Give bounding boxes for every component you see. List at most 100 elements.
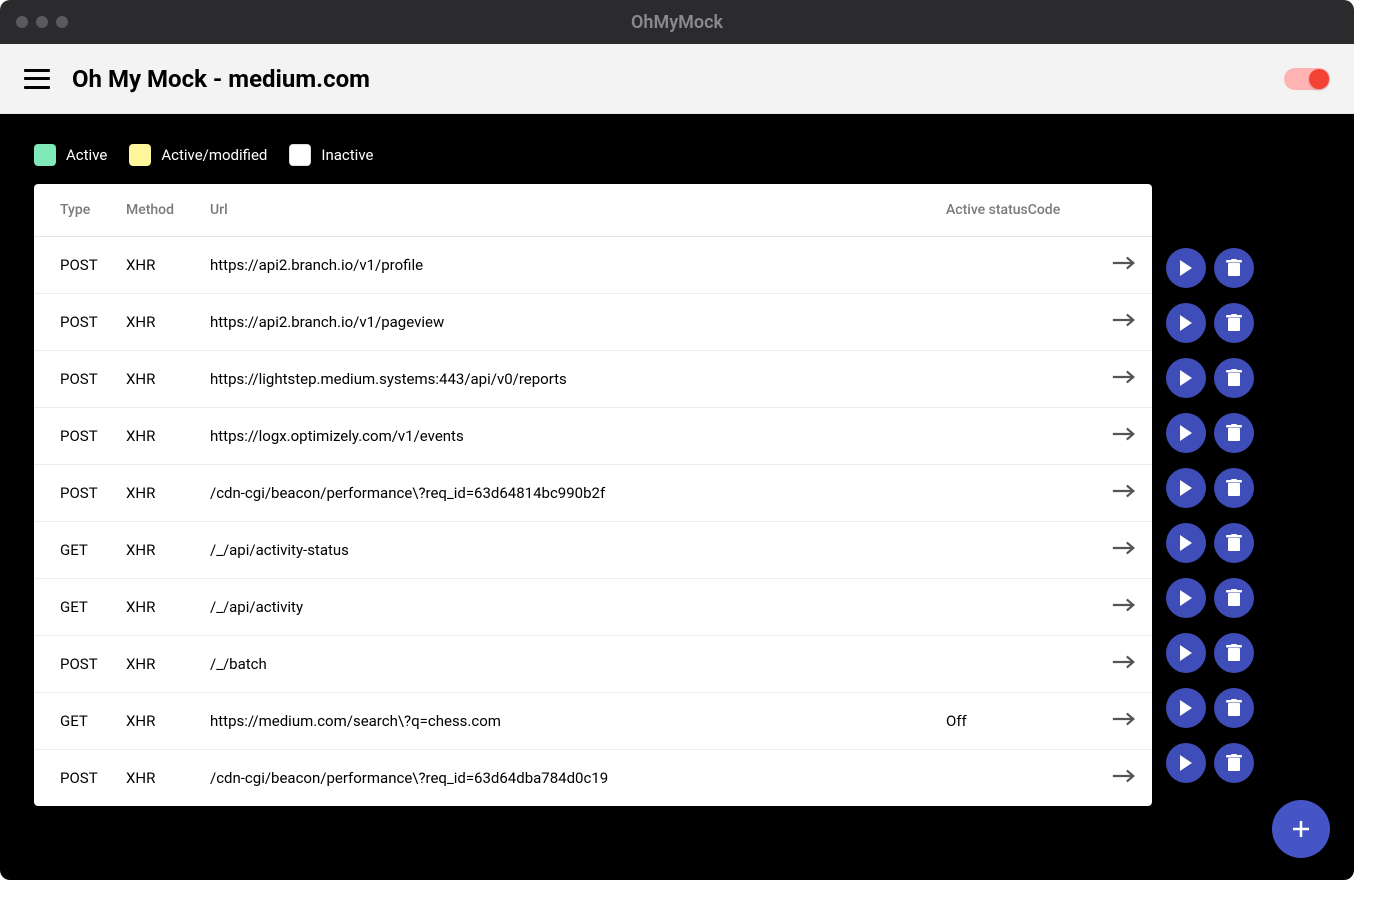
delete-button[interactable]: [1214, 468, 1254, 508]
table-row[interactable]: GETXHR/_/api/activity-status: [34, 522, 1152, 579]
play-button[interactable]: [1166, 688, 1206, 728]
delete-button[interactable]: [1214, 303, 1254, 343]
row-open-arrow[interactable]: [1096, 579, 1152, 636]
app-window: OhMyMock Oh My Mock - medium.com ActiveA…: [0, 0, 1354, 880]
arrow-right-icon: [1111, 258, 1137, 276]
cell-type: POST: [34, 465, 126, 522]
row-actions: [1166, 460, 1254, 515]
table-row[interactable]: POSTXHRhttps://logx.optimizely.com/v1/ev…: [34, 408, 1152, 465]
content-row: Type Method Url Active statusCode POSTXH…: [34, 184, 1320, 806]
row-open-arrow[interactable]: [1096, 294, 1152, 351]
col-header-status[interactable]: Active statusCode: [946, 184, 1096, 237]
table-row[interactable]: POSTXHR/cdn-cgi/beacon/performance\?req_…: [34, 465, 1152, 522]
row-actions: [1166, 350, 1254, 405]
legend-swatch: [129, 144, 151, 166]
trash-icon: [1226, 644, 1242, 662]
cell-method: XHR: [126, 522, 210, 579]
row-open-arrow[interactable]: [1096, 237, 1152, 294]
delete-button[interactable]: [1214, 358, 1254, 398]
play-button[interactable]: [1166, 413, 1206, 453]
play-icon: [1179, 425, 1193, 441]
trash-icon: [1226, 699, 1242, 717]
add-button[interactable]: [1272, 800, 1330, 858]
delete-button[interactable]: [1214, 578, 1254, 618]
cell-method: XHR: [126, 636, 210, 693]
row-open-arrow[interactable]: [1096, 408, 1152, 465]
row-open-arrow[interactable]: [1096, 522, 1152, 579]
hamburger-icon[interactable]: [24, 69, 50, 89]
legend-label: Active: [66, 146, 107, 164]
play-button[interactable]: [1166, 743, 1206, 783]
cell-type: GET: [34, 693, 126, 750]
arrow-right-icon: [1111, 486, 1137, 504]
trash-icon: [1226, 589, 1242, 607]
col-header-type[interactable]: Type: [34, 184, 126, 237]
requests-table: Type Method Url Active statusCode POSTXH…: [34, 184, 1152, 806]
table-row[interactable]: POSTXHR/cdn-cgi/beacon/performance\?req_…: [34, 750, 1152, 807]
col-header-method[interactable]: Method: [126, 184, 210, 237]
cell-type: POST: [34, 294, 126, 351]
table-row[interactable]: POSTXHRhttps://api2.branch.io/v1/pagevie…: [34, 294, 1152, 351]
row-actions: [1166, 625, 1254, 680]
delete-button[interactable]: [1214, 248, 1254, 288]
cell-status: [946, 237, 1096, 294]
cell-status: Off: [946, 693, 1096, 750]
traffic-zoom[interactable]: [56, 16, 68, 28]
master-toggle[interactable]: [1284, 68, 1330, 90]
titlebar: OhMyMock: [0, 0, 1354, 44]
trash-icon: [1226, 424, 1242, 442]
toggle-knob: [1309, 69, 1329, 89]
traffic-minimize[interactable]: [36, 16, 48, 28]
delete-button[interactable]: [1214, 743, 1254, 783]
play-icon: [1179, 370, 1193, 386]
delete-button[interactable]: [1214, 523, 1254, 563]
table-row[interactable]: GETXHRhttps://medium.com/search\?q=chess…: [34, 693, 1152, 750]
play-button[interactable]: [1166, 358, 1206, 398]
arrow-right-icon: [1111, 657, 1137, 675]
legend-swatch: [289, 144, 311, 166]
row-open-arrow[interactable]: [1096, 636, 1152, 693]
row-open-arrow[interactable]: [1096, 693, 1152, 750]
cell-method: XHR: [126, 579, 210, 636]
play-button[interactable]: [1166, 578, 1206, 618]
table-row[interactable]: POSTXHR/_/batch: [34, 636, 1152, 693]
delete-button[interactable]: [1214, 413, 1254, 453]
delete-button[interactable]: [1214, 633, 1254, 673]
arrow-right-icon: [1111, 372, 1137, 390]
play-button[interactable]: [1166, 468, 1206, 508]
table-row[interactable]: POSTXHRhttps://api2.branch.io/v1/profile: [34, 237, 1152, 294]
cell-type: POST: [34, 636, 126, 693]
play-icon: [1179, 590, 1193, 606]
traffic-close[interactable]: [16, 16, 28, 28]
trash-icon: [1226, 479, 1242, 497]
row-actions-column: [1166, 184, 1254, 790]
cell-url: https://lightstep.medium.systems:443/api…: [210, 351, 946, 408]
cell-status: [946, 351, 1096, 408]
delete-button[interactable]: [1214, 688, 1254, 728]
play-button[interactable]: [1166, 248, 1206, 288]
table-row[interactable]: POSTXHRhttps://lightstep.medium.systems:…: [34, 351, 1152, 408]
trash-icon: [1226, 369, 1242, 387]
legend-item: Inactive: [289, 144, 373, 166]
cell-method: XHR: [126, 750, 210, 807]
row-open-arrow[interactable]: [1096, 465, 1152, 522]
cell-url: /_/api/activity: [210, 579, 946, 636]
play-icon: [1179, 480, 1193, 496]
row-actions: [1166, 295, 1254, 350]
status-legend: ActiveActive/modifiedInactive: [34, 144, 1320, 166]
row-actions: [1166, 240, 1254, 295]
table-row[interactable]: GETXHR/_/api/activity: [34, 579, 1152, 636]
row-actions: [1166, 515, 1254, 570]
cell-method: XHR: [126, 465, 210, 522]
cell-method: XHR: [126, 693, 210, 750]
row-actions: [1166, 570, 1254, 625]
col-header-url[interactable]: Url: [210, 184, 946, 237]
cell-method: XHR: [126, 351, 210, 408]
play-button[interactable]: [1166, 303, 1206, 343]
play-button[interactable]: [1166, 633, 1206, 673]
row-open-arrow[interactable]: [1096, 750, 1152, 807]
play-button[interactable]: [1166, 523, 1206, 563]
play-icon: [1179, 535, 1193, 551]
cell-url: /_/batch: [210, 636, 946, 693]
row-open-arrow[interactable]: [1096, 351, 1152, 408]
